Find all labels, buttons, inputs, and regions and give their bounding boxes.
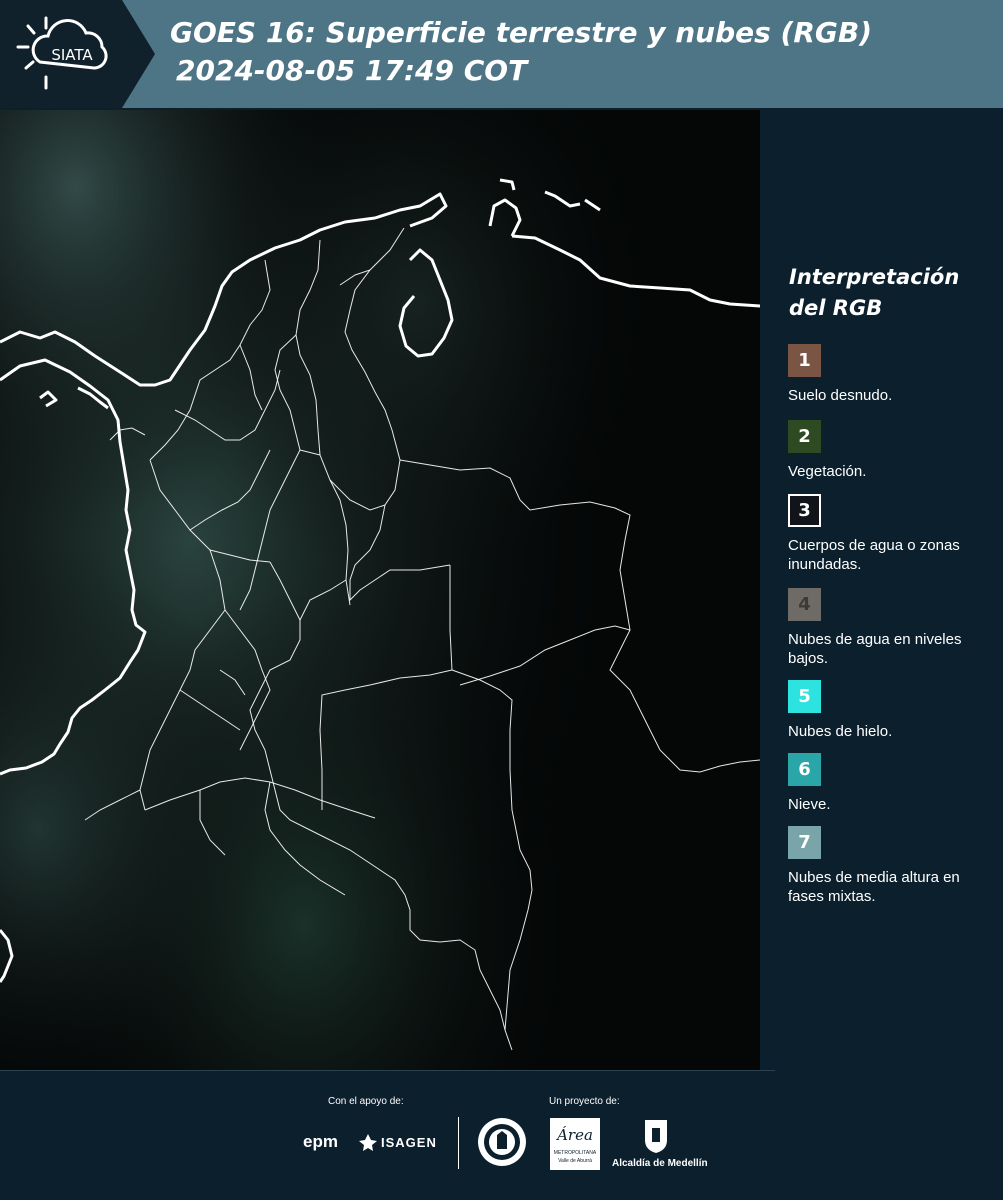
project-label: Un proyecto de:: [549, 1096, 620, 1107]
footer-divider: [458, 1117, 459, 1169]
legend-item-1: 1 Suelo desnudo.: [788, 344, 998, 405]
legend-number-6: 6: [798, 759, 811, 780]
legend-swatch-1: 1: [788, 344, 821, 377]
legend-item-2: 2 Vegetación.: [788, 420, 998, 481]
legend-label-4: Nubes de agua en niveles bajos.: [788, 631, 962, 667]
satellite-map: [0, 110, 760, 1070]
siata-logo-text: SIATA: [51, 46, 93, 64]
legend-item-5: 5 Nubes de hielo.: [788, 680, 998, 741]
area-logo-sub1: METROPOLITANA: [553, 1150, 597, 1156]
siata-logo: SIATA: [0, 0, 155, 108]
legend-item-4: 4 Nubes de agua en niveles bajos.: [788, 588, 998, 668]
area-logo-sub2: Valle de Aburrá: [558, 1158, 592, 1164]
legend-item-6: 6 Nieve.: [788, 753, 998, 814]
legend-number-7: 7: [798, 832, 811, 853]
legend-swatch-7: 7: [788, 826, 821, 859]
page-title: GOES 16: Superficie terrestre y nubes (R…: [170, 14, 990, 90]
footer-rule: [0, 1070, 775, 1071]
legend-swatch-3: 3: [788, 494, 821, 527]
legend-label-2: Vegetación.: [788, 463, 867, 480]
legend-number-1: 1: [798, 350, 811, 371]
title-line-1: GOES 16: Superficie terrestre y nubes (R…: [170, 16, 873, 49]
legend-swatch-6: 6: [788, 753, 821, 786]
legend-title: Interpretación del RGB: [789, 265, 960, 320]
legend-number-2: 2: [798, 426, 811, 447]
legend-item-7: 7 Nubes de media altura en fases mixtas.: [788, 826, 998, 906]
isagen-logo: ISAGEN: [381, 1135, 437, 1150]
legend-item-3: 3 Cuerpos de agua o zonas inundadas.: [788, 494, 998, 574]
university-seal-icon: [477, 1117, 527, 1171]
isagen-icon: [358, 1132, 378, 1156]
legend-number-4: 4: [798, 594, 811, 615]
legend-label-3: Cuerpos de agua o zonas inundadas.: [788, 537, 960, 573]
area-metropolitana-logo: Área METROPOLITANA Valle de Aburrá: [550, 1118, 600, 1170]
legend-label-7: Nubes de media altura en fases mixtas.: [788, 869, 960, 905]
footer: Con el apoyo de: Un proyecto de: epm ISA…: [0, 1070, 1003, 1200]
legend-number-3: 3: [798, 500, 811, 521]
coat-of-arms-icon: [643, 1118, 669, 1158]
epm-logo: epm: [303, 1132, 338, 1151]
legend-label-1: Suelo desnudo.: [788, 387, 893, 404]
legend-swatch-2: 2: [788, 420, 821, 453]
alcaldia-logo-text: Alcaldía de Medellín: [612, 1158, 708, 1169]
legend-swatch-5: 5: [788, 680, 821, 713]
legend-number-5: 5: [798, 686, 811, 707]
legend-panel: Interpretación del RGB 1 Suelo desnudo. …: [760, 110, 1003, 1070]
area-logo-text: Área: [557, 1126, 593, 1144]
title-line-2: 2024-08-05 17:49 COT: [176, 54, 528, 87]
legend-swatch-4: 4: [788, 588, 821, 621]
legend-label-6: Nieve.: [788, 796, 831, 813]
support-label: Con el apoyo de:: [328, 1096, 404, 1107]
legend-label-5: Nubes de hielo.: [788, 723, 893, 740]
header-bar: SIATA GOES 16: Superficie terrestre y nu…: [0, 0, 1003, 108]
